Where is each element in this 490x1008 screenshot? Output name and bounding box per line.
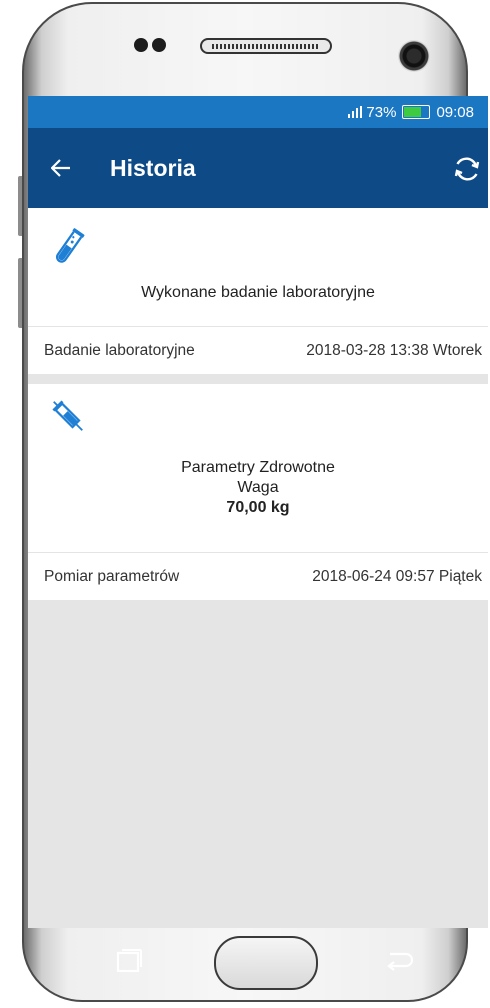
- phone-frame: 73% 09:08 Historia Wykonane badanie labo…: [0, 0, 490, 1008]
- battery-icon: [402, 105, 431, 119]
- back-hardware-icon[interactable]: [384, 950, 414, 972]
- signal-icon: [348, 106, 363, 118]
- history-description: Wykonane badanie laboratoryjne: [141, 284, 375, 301]
- history-category: Badanie laboratoryjne: [44, 341, 195, 359]
- app-bar: Historia: [28, 128, 488, 208]
- refresh-button[interactable]: [452, 154, 482, 184]
- arrow-left-icon: [51, 159, 70, 177]
- home-button[interactable]: [214, 936, 318, 990]
- test-tube-icon: [55, 228, 85, 263]
- recent-apps-icon[interactable]: [114, 948, 144, 974]
- history-datetime: 2018-03-28 13:38 Wtorek: [306, 341, 482, 359]
- history-card-lab[interactable]: Wykonane badanie laboratoryjne Badanie l…: [28, 208, 488, 374]
- measurement-title: Parametry Zdrowotne: [181, 459, 335, 476]
- back-button[interactable]: [48, 155, 74, 181]
- battery-percent: 73%: [366, 103, 397, 121]
- earpiece-speaker: [200, 38, 332, 54]
- history-card-measurement[interactable]: Parametry Zdrowotne Waga 70,00 kg Pomiar…: [28, 384, 488, 600]
- sensor-dots: [134, 38, 170, 57]
- front-camera-icon: [398, 40, 430, 72]
- status-bar: 73% 09:08: [28, 96, 488, 128]
- refresh-icon: [454, 157, 480, 181]
- history-datetime: 2018-06-24 09:57 Piątek: [312, 567, 482, 585]
- measurement-value: 70,00 kg: [226, 499, 290, 516]
- history-category: Pomiar parametrów: [44, 567, 180, 585]
- screen: 73% 09:08 Historia Wykonane badanie labo…: [28, 96, 488, 928]
- syringe-icon: [52, 400, 83, 431]
- measurement-name: Waga: [237, 479, 279, 496]
- clock: 09:08: [436, 103, 474, 121]
- history-footer: Badanie laboratoryjne 2018-03-28 13:38 W…: [28, 326, 488, 374]
- page-title: Historia: [110, 154, 196, 181]
- history-footer: Pomiar parametrów 2018-06-24 09:57 Piąte…: [28, 552, 488, 600]
